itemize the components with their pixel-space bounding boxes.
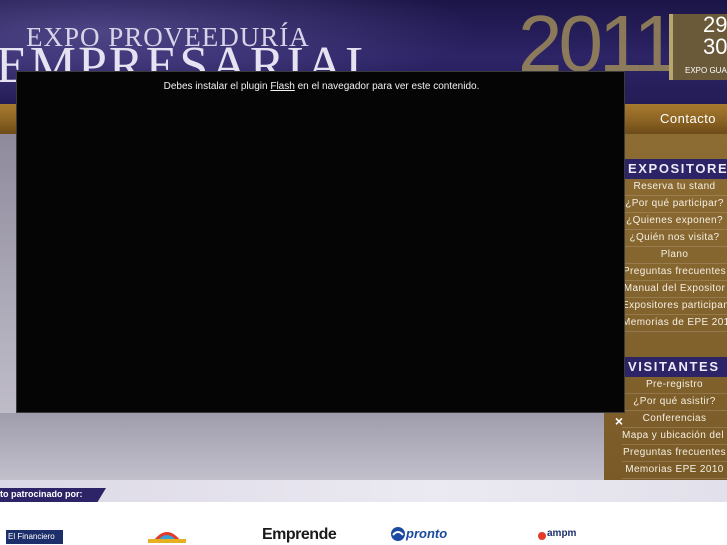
date-venue: EXPO GUADA xyxy=(685,66,727,75)
section-head-expositores: EXPOSITORES xyxy=(622,159,727,179)
quiubas-logo-icon xyxy=(148,532,186,543)
sponsor-logo-financiero[interactable]: El Financiero xyxy=(6,530,63,544)
section-head-visitantes: VISITANTES xyxy=(622,357,727,377)
visitantes-menu-item[interactable]: Preguntas frecuentes xyxy=(622,445,727,462)
expositores-menu-item[interactable]: Memorias de EPE 2010 xyxy=(622,315,727,332)
expositores-menu-item[interactable]: Expositores participantes xyxy=(622,298,727,315)
expositores-menu-item[interactable]: Plano xyxy=(622,247,727,264)
contact-link[interactable]: Contacto xyxy=(660,111,716,126)
lower-band xyxy=(0,413,604,480)
pronto-logo-icon xyxy=(391,527,405,541)
sponsor-logo-ampm[interactable]: ampm xyxy=(537,528,576,545)
visitantes-menu-item[interactable]: Conferencias xyxy=(622,411,727,428)
expositores-menu-item[interactable]: ¿Quién nos visita? xyxy=(622,230,727,247)
expositores-menu-item[interactable]: Manual del Expositor xyxy=(622,281,727,298)
flash-placeholder: Debes instalar el plugin Flash en el nav… xyxy=(16,71,625,413)
sponsor-logo-emprende[interactable]: Emprende xyxy=(262,526,337,544)
expositores-menu-item[interactable]: ¿Por qué participar? xyxy=(622,196,727,213)
expositores-menu-item[interactable]: Preguntas frecuentes xyxy=(622,264,727,281)
flash-message: Debes instalar el plugin Flash en el nav… xyxy=(17,81,626,92)
expositores-menu-item[interactable]: ¿Quienes exponen? xyxy=(622,213,727,230)
ampm-logo-icon xyxy=(538,532,546,540)
visitantes-menu-item[interactable]: Pre-registro xyxy=(622,377,727,394)
expositores-menu: Reserva tu stand ¿Por qué participar? ¿Qui… xyxy=(622,179,727,332)
sponsors-bar xyxy=(0,480,727,502)
close-icon[interactable]: × xyxy=(612,413,626,429)
visitantes-menu-item[interactable]: ¿Por qué asistir? xyxy=(622,394,727,411)
visitantes-menu-item[interactable]: Mapa y ubicación del evento xyxy=(622,428,727,445)
event-date-badge: 29 30 EXPO GUADA xyxy=(669,12,727,80)
flash-message-before: Debes instalar el plugin xyxy=(163,81,271,92)
flash-plugin-link[interactable]: Flash xyxy=(270,81,294,92)
visitantes-menu: Pre-registro ¿Por qué asistir? Conferencia… xyxy=(622,377,727,479)
date-day2: 30 xyxy=(703,34,727,59)
expositores-menu-item[interactable]: Reserva tu stand xyxy=(622,179,727,196)
sponsors-label: to patrocinado por: xyxy=(0,489,83,499)
ampm-wordmark: ampm xyxy=(547,528,577,539)
flash-message-after: en el navegador para ver este contenido. xyxy=(294,81,480,92)
visitantes-menu-item[interactable]: Memorias EPE 2010 xyxy=(622,462,727,479)
sponsor-logo-pronto[interactable]: pronto xyxy=(390,526,447,544)
sponsor-logo-quiubas[interactable] xyxy=(142,526,192,545)
pronto-wordmark: pronto xyxy=(406,526,448,541)
